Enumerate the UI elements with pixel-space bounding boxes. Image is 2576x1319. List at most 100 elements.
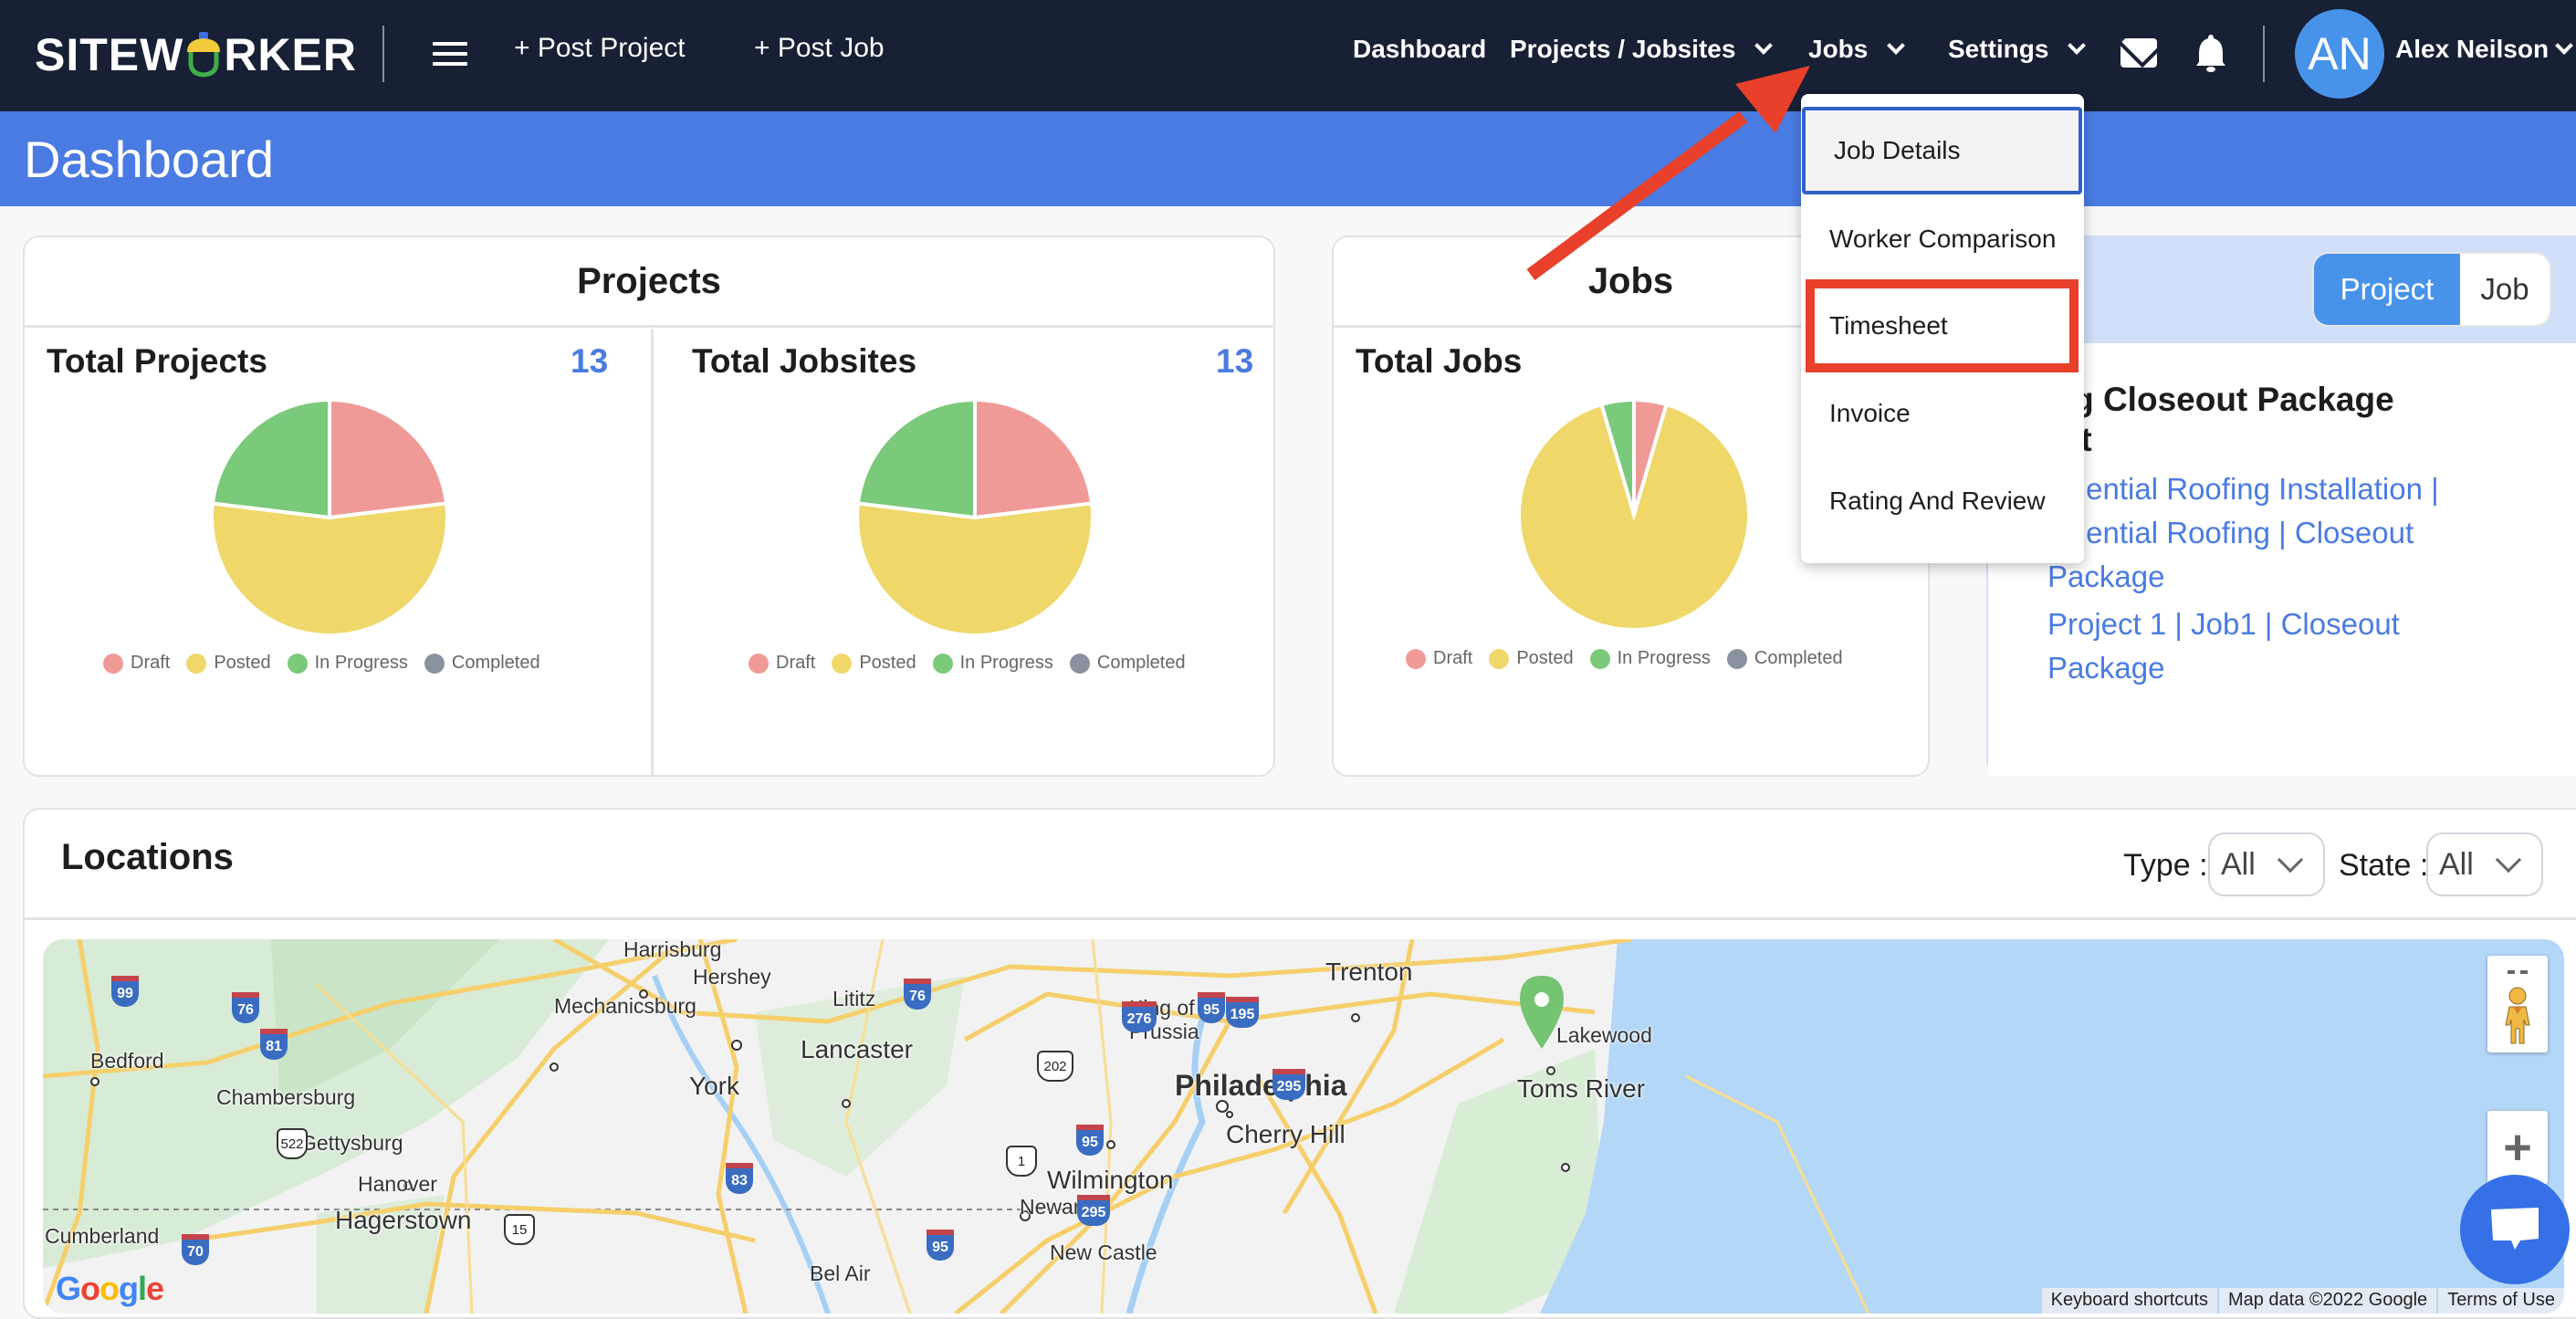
chevron-down-icon: [2495, 846, 2522, 874]
locations-map[interactable]: Harrisburg Hershey Mechanicsburg Lititz …: [43, 939, 2564, 1314]
nav-dashboard[interactable]: Dashboard: [1353, 35, 1486, 64]
locations-title: Locations: [61, 837, 234, 877]
type-select-value: All: [2221, 846, 2256, 882]
interstate-shield: 195: [1226, 997, 1259, 1028]
closeout-link[interactable]: sidential Roofing Installation | sidenti…: [2047, 467, 2522, 599]
legend-label: Draft: [131, 653, 171, 673]
mail-icon[interactable]: [2120, 38, 2157, 68]
link-line: Package: [2047, 560, 2165, 593]
interstate-shield: 99: [111, 976, 139, 1007]
interstate-shield: 95: [927, 1230, 954, 1261]
siteworker-logo[interactable]: SITEW RKER: [35, 26, 357, 84]
chat-button[interactable]: [2460, 1175, 2570, 1284]
street-view-pegman-button[interactable]: [2487, 956, 2548, 1052]
legend-swatch: [186, 653, 207, 674]
nav-dashboard-label: Dashboard: [1353, 35, 1487, 63]
projects-card: Projects Total Projects 13 Draft Posted In…: [23, 236, 1275, 777]
toggle-project-button[interactable]: Project: [2314, 254, 2460, 325]
map-label: Cherry Hill: [1226, 1120, 1346, 1148]
map-attribution: Keyboard shortcuts Map data ©2022 Google…: [2041, 1288, 2564, 1314]
legend-item[interactable]: Posted: [832, 653, 916, 674]
map-label: Mechanicsburg: [554, 994, 696, 1018]
legend-item[interactable]: Posted: [186, 653, 271, 674]
pie-slice-draft[interactable]: [973, 398, 1094, 520]
nav-projects-jobsites-label: Projects / Jobsites: [1510, 35, 1736, 63]
legend-item[interactable]: Draft: [103, 653, 170, 674]
legend-item[interactable]: Completed: [1726, 648, 1843, 669]
link-line: sidential Roofing Installation |: [2047, 472, 2439, 506]
legend-swatch: [1069, 653, 1090, 674]
nav-divider: [2263, 26, 2265, 82]
legend-item[interactable]: Draft: [1406, 648, 1472, 669]
avatar[interactable]: AN: [2295, 9, 2384, 99]
map-label: Harrisburg: [623, 939, 722, 961]
menu-item-worker-comparison[interactable]: Worker Comparison: [1801, 195, 2084, 283]
nav-projects-jobsites[interactable]: Projects / Jobsites: [1510, 35, 1774, 64]
map-label: Lancaster: [801, 1035, 913, 1063]
map-label: Hagerstown: [335, 1206, 472, 1234]
map-data-label: Map data ©2022 Google: [2218, 1288, 2437, 1314]
map-label: Hershey: [693, 965, 771, 989]
menu-item-rating-and-review[interactable]: Rating And Review: [1801, 457, 2084, 545]
interstate-shield: 76: [232, 992, 259, 1023]
legend-item[interactable]: Draft: [749, 653, 815, 674]
pie-slice-posted[interactable]: [210, 501, 449, 637]
closeout-link[interactable]: Project 1 | Job1 | Closeout Package: [2047, 602, 2522, 690]
total-projects-label: Total Projects: [47, 342, 267, 380]
menu-item-invoice[interactable]: Invoice: [1801, 370, 2084, 457]
legend-swatch: [1406, 648, 1426, 669]
legend-item[interactable]: In Progress: [932, 653, 1053, 674]
pie-slice-in-progress[interactable]: [210, 398, 331, 520]
us-route-shield: 202: [1037, 1051, 1073, 1082]
pie-slice-draft[interactable]: [328, 398, 449, 520]
state-select[interactable]: All: [2426, 832, 2543, 896]
total-jobsites-legend: Draft Posted In Progress Completed: [749, 653, 1186, 674]
state-select-value: All: [2439, 846, 2474, 882]
pie-slice-in-progress[interactable]: [855, 398, 977, 520]
map-label: Gettysburg: [300, 1131, 403, 1155]
user-name: Alex Neilson: [2395, 35, 2550, 63]
menu-item-job-details[interactable]: Job Details: [1802, 107, 2082, 194]
chat-icon: [2491, 1208, 2539, 1250]
map-label: Hanover: [358, 1172, 437, 1196]
legend-label: Posted: [859, 653, 916, 673]
keyboard-shortcuts-link[interactable]: Keyboard shortcuts: [2041, 1288, 2217, 1314]
pie-slice-posted[interactable]: [855, 501, 1094, 637]
map-label: Lakewood: [1556, 1023, 1652, 1047]
map-zoom-in-button[interactable]: +: [2487, 1111, 2548, 1184]
interstate-shield: 295: [1077, 1195, 1110, 1226]
user-menu[interactable]: Alex Neilson: [2395, 35, 2573, 64]
terms-of-use-link[interactable]: Terms of Use: [2438, 1288, 2564, 1314]
total-projects-pie: [210, 398, 449, 637]
google-logo: Google: [56, 1270, 164, 1307]
legend-label: Draft: [776, 653, 816, 673]
chevron-down-icon: [2555, 37, 2573, 55]
bell-icon[interactable]: [2195, 33, 2226, 73]
map-label: New Castle: [1050, 1240, 1157, 1264]
type-select[interactable]: All: [2208, 832, 2325, 896]
legend-item[interactable]: In Progress: [287, 653, 408, 674]
legend-swatch: [1726, 648, 1747, 669]
menu-item-timesheet[interactable]: Timesheet: [1801, 282, 2084, 370]
legend-item[interactable]: Posted: [1489, 648, 1574, 669]
post-job-link[interactable]: + Post Job: [754, 33, 885, 64]
legend-swatch: [1489, 648, 1510, 669]
nav-jobs[interactable]: Jobs: [1808, 35, 1906, 64]
map-label: Trenton: [1325, 958, 1413, 986]
legend-item[interactable]: Completed: [1069, 653, 1186, 674]
legend-swatch: [424, 653, 445, 674]
project-job-toggle: Project Job: [2312, 252, 2551, 327]
legend-label: Completed: [451, 653, 540, 673]
chevron-down-icon: [2068, 37, 2087, 55]
interstate-shield: 95: [1076, 1125, 1104, 1156]
legend-item[interactable]: In Progress: [1589, 648, 1711, 669]
legend-item[interactable]: Completed: [424, 653, 540, 674]
nav-settings[interactable]: Settings: [1948, 35, 2087, 64]
post-project-link[interactable]: + Post Project: [514, 33, 686, 64]
locations-divider: [25, 917, 2576, 920]
hamburger-icon[interactable]: [433, 42, 467, 66]
toggle-job-button[interactable]: Job: [2460, 254, 2550, 325]
total-jobs-pie: [1517, 398, 1751, 632]
interstate-shield: 95: [1198, 992, 1225, 1023]
map-label: Philadelphia: [1175, 1069, 1347, 1102]
